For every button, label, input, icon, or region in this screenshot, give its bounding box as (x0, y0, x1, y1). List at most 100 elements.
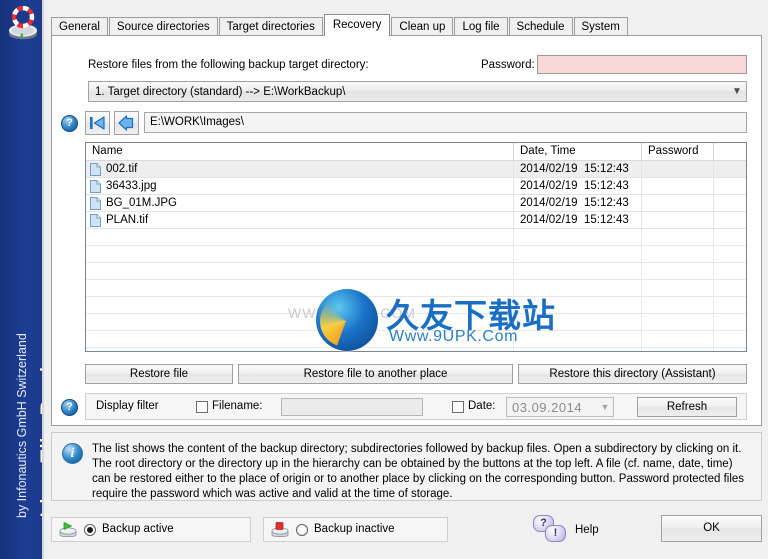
info-text: The list shows the content of the backup… (92, 443, 745, 500)
password-label: Password: (481, 59, 535, 71)
tab-target-directories[interactable]: Target directories (218, 17, 323, 35)
target-directory-select[interactable]: 1. Target directory (standard) --> E:\Wo… (88, 81, 747, 102)
file-password (642, 212, 714, 229)
file-name: PLAN.tif (106, 214, 149, 226)
list-empty-row (86, 229, 746, 246)
display-filter-label: Display filter (96, 400, 159, 412)
brand-subtitle: by Infonautics GmbH Switzerland (15, 333, 29, 518)
tab-clean-up[interactable]: Clean up (391, 17, 454, 35)
refresh-button[interactable]: Refresh (637, 397, 737, 417)
current-path-field[interactable]: E:\WORK\Images\ (144, 112, 747, 133)
row-spacer (714, 195, 746, 212)
file-password (642, 195, 714, 212)
tab-recovery[interactable]: Recovery (323, 14, 391, 36)
backup-file-list[interactable]: Name Date, Time Password 002.tif 2014/02… (85, 142, 747, 352)
filter-help-icon[interactable]: ? (61, 399, 78, 416)
back-one-level-button[interactable] (114, 111, 139, 135)
tab-log-file[interactable]: Log file (454, 17, 508, 35)
help-button[interactable]: ? ! Help (531, 515, 641, 545)
recovery-tab-page: Restore files from the following backup … (51, 35, 762, 426)
list-empty-row (86, 246, 746, 263)
backup-inactive-label: Backup inactive (314, 523, 395, 535)
filename-filter-input[interactable] (281, 398, 423, 416)
column-header-name[interactable]: Name (86, 143, 514, 160)
filename-filter-label: Filename: (212, 400, 263, 412)
file-icon (90, 196, 101, 210)
file-date: 2014/02/19 (520, 180, 578, 192)
list-empty-row (86, 263, 746, 280)
ok-button[interactable]: OK (661, 515, 762, 542)
bottom-bar: Backup active Backup inactive ? ! Help O… (44, 505, 768, 559)
password-input[interactable] (537, 55, 747, 74)
backup-active-radio[interactable] (84, 524, 96, 536)
restore-file-to-another-place-button[interactable]: Restore file to another place (238, 364, 513, 384)
file-icon (90, 179, 101, 193)
back-to-root-button[interactable] (85, 111, 110, 135)
column-header-date-time[interactable]: Date, Time (514, 143, 642, 160)
file-name: 36433.jpg (106, 180, 157, 192)
list-empty-row (86, 280, 746, 297)
row-spacer (714, 161, 746, 178)
green-play-drive-icon (59, 521, 77, 538)
restore-this-directory-button[interactable]: Restore this directory (Assistant) (518, 364, 747, 384)
row-spacer (714, 178, 746, 195)
file-time: 15:12:43 (584, 214, 629, 226)
navigation-help-icon[interactable]: ? (61, 115, 78, 132)
backup-drive-lifering-logo-icon (5, 5, 41, 44)
filename-filter-checkbox[interactable] (196, 401, 208, 413)
application-window: Live File Backup by Infonautics GmbH Swi… (0, 0, 768, 559)
list-empty-row (86, 297, 746, 314)
file-icon (90, 162, 101, 176)
display-filter-panel: Display filter Filename: Date: 03.09.201… (85, 393, 747, 420)
table-row[interactable]: BG_01M.JPG 2014/02/19 15:12:43 (86, 195, 746, 212)
table-row[interactable]: 36433.jpg 2014/02/19 15:12:43 (86, 178, 746, 195)
list-empty-row (86, 314, 746, 331)
file-icon (90, 213, 101, 227)
table-row[interactable]: 002.tif 2014/02/19 15:12:43 (86, 161, 746, 178)
tab-source-directories[interactable]: Source directories (108, 17, 218, 35)
column-header-password[interactable]: Password (642, 143, 714, 160)
tab-schedule[interactable]: Schedule (508, 17, 573, 35)
date-filter-checkbox[interactable] (452, 401, 464, 413)
red-stop-drive-icon (271, 521, 289, 538)
date-filter-value: 03.09.2014 (512, 399, 583, 415)
exclamation-bubble-icon: ! (545, 525, 566, 542)
file-name: 002.tif (106, 163, 138, 175)
list-empty-row (86, 348, 746, 351)
content-area: General Source directories Target direct… (44, 0, 768, 559)
chevron-down-icon: ▼ (600, 402, 610, 412)
file-name: BG_01M.JPG (106, 197, 177, 209)
file-password (642, 161, 714, 178)
backup-active-label: Backup active (102, 523, 174, 535)
restore-file-button[interactable]: Restore file (85, 364, 233, 384)
info-panel: i The list shows the content of the back… (51, 432, 762, 501)
file-date: 2014/02/19 (520, 197, 578, 209)
tab-bar: General Source directories Target direct… (51, 14, 629, 36)
file-password (642, 178, 714, 195)
chevron-down-icon: ▼ (732, 86, 742, 97)
restore-from-label: Restore files from the following backup … (88, 59, 369, 71)
tab-system[interactable]: System (573, 17, 628, 35)
empty-list-rows (86, 229, 746, 351)
tab-general[interactable]: General (51, 17, 108, 35)
date-filter-select[interactable]: 03.09.2014 ▼ (506, 397, 614, 417)
file-date: 2014/02/19 (520, 214, 578, 226)
date-filter-label: Date: (468, 400, 496, 412)
list-header: Name Date, Time Password (86, 143, 746, 161)
list-empty-row (86, 331, 746, 348)
file-time: 15:12:43 (584, 180, 629, 192)
file-date: 2014/02/19 (520, 163, 578, 175)
row-spacer (714, 212, 746, 229)
help-label: Help (575, 524, 599, 536)
branding-rail: Live File Backup by Infonautics GmbH Swi… (0, 0, 44, 559)
file-time: 15:12:43 (584, 197, 629, 209)
branding-text: Live File Backup by Infonautics GmbH Swi… (0, 48, 44, 553)
column-header-spacer (714, 143, 746, 160)
info-circle-icon: i (62, 443, 83, 464)
backup-inactive-radio[interactable] (296, 524, 308, 536)
target-directory-value: 1. Target directory (standard) --> E:\Wo… (95, 85, 346, 98)
backup-inactive-option[interactable]: Backup inactive (263, 517, 448, 542)
backup-active-option[interactable]: Backup active (51, 517, 251, 542)
file-time: 15:12:43 (584, 163, 629, 175)
table-row[interactable]: PLAN.tif 2014/02/19 15:12:43 (86, 212, 746, 229)
